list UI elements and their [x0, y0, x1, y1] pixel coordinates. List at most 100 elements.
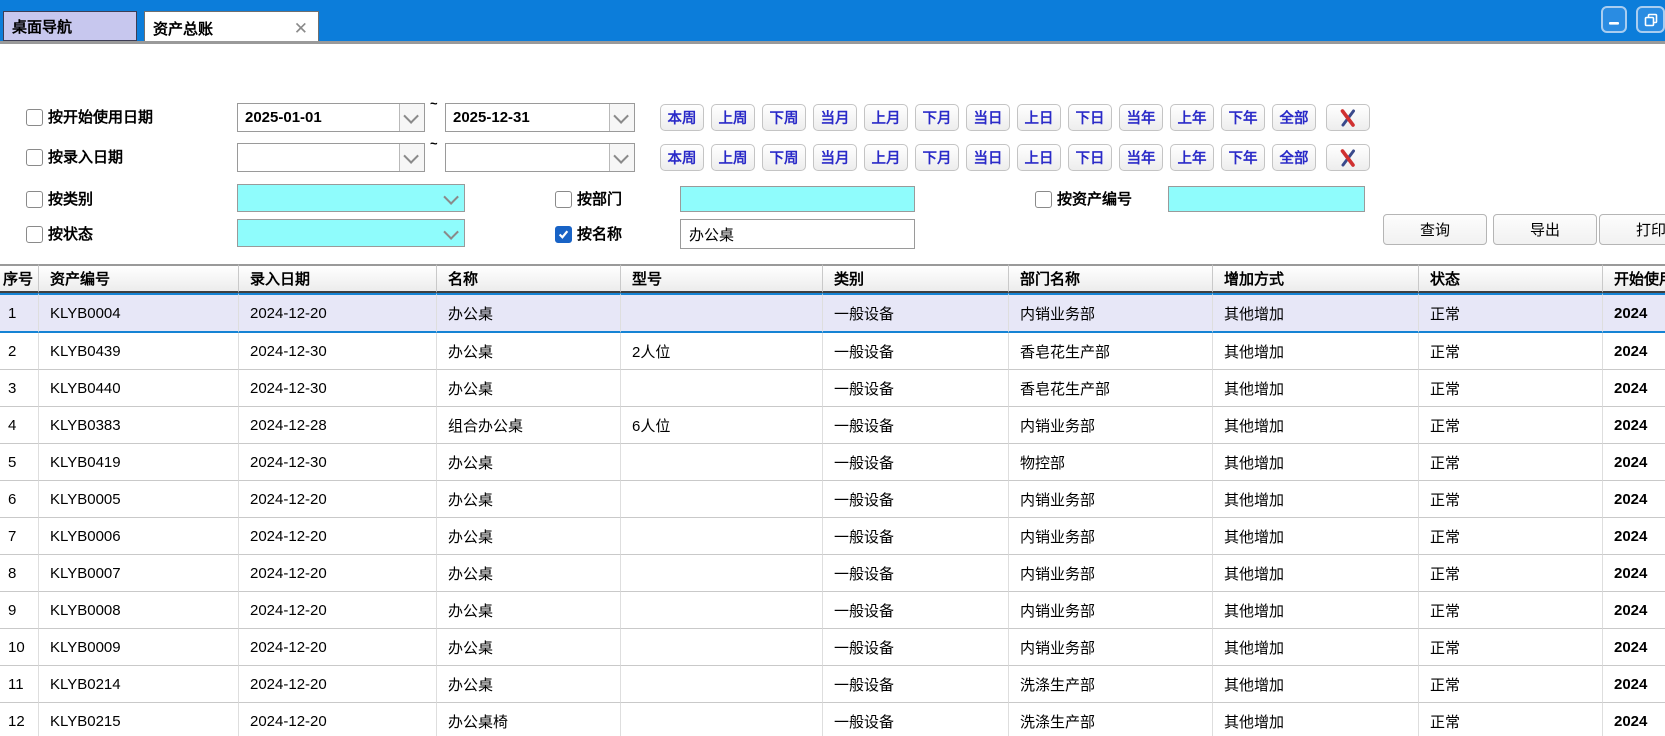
minimize-button[interactable]	[1601, 6, 1627, 33]
cell-category: 一般设备	[823, 666, 1009, 703]
table-row[interactable]: 5 KLYB0419 2024-12-30 办公桌 一般设备 物控部 其他增加 …	[0, 444, 1665, 481]
entry-date-to-select[interactable]	[445, 143, 635, 172]
name-filter-checkbox[interactable]	[555, 226, 572, 243]
status-select[interactable]	[237, 219, 465, 247]
quick-date-button[interactable]: 下日	[1068, 144, 1112, 171]
quick-date-button[interactable]: 下月	[915, 104, 959, 131]
cell-name: 办公桌	[437, 333, 621, 370]
col-header-entry-date[interactable]: 录入日期	[239, 264, 437, 293]
col-header-department[interactable]: 部门名称	[1009, 264, 1213, 293]
col-header-index[interactable]: 序号	[0, 264, 39, 293]
cell-status: 正常	[1419, 293, 1603, 333]
col-header-start-use-date[interactable]: 开始使用日期	[1603, 264, 1665, 293]
quick-date-button[interactable]: 下日	[1068, 104, 1112, 131]
table-row[interactable]: 3 KLYB0440 2024-12-30 办公桌 一般设备 香皂花生产部 其他…	[0, 370, 1665, 407]
category-filter-checkbox[interactable]	[26, 191, 43, 208]
start-date-from-select[interactable]: 2025-01-01	[237, 103, 425, 132]
table-row[interactable]: 2 KLYB0439 2024-12-30 办公桌 2人位 一般设备 香皂花生产…	[0, 333, 1665, 370]
start-date-filter-checkbox[interactable]	[26, 109, 43, 126]
status-filter-checkbox[interactable]	[26, 226, 43, 243]
chevron-down-icon[interactable]	[609, 104, 634, 131]
entry-date-to-value	[446, 144, 609, 171]
table-row[interactable]: 10 KLYB0009 2024-12-20 办公桌 一般设备 内销业务部 其他…	[0, 629, 1665, 666]
print-button[interactable]: 打印	[1599, 214, 1665, 245]
quick-date-button[interactable]: 全部	[1272, 144, 1316, 171]
clear-range-button[interactable]	[1326, 104, 1370, 131]
col-header-status[interactable]: 状态	[1419, 264, 1603, 293]
start-date-to-select[interactable]: 2025-12-31	[445, 103, 635, 132]
quick-date-button[interactable]: 本周	[660, 104, 704, 131]
quick-date-button[interactable]: 上年	[1170, 104, 1214, 131]
asset-code-filter-checkbox[interactable]	[1035, 191, 1052, 208]
quick-date-button[interactable]: 当日	[966, 104, 1010, 131]
col-header-model[interactable]: 型号	[621, 264, 823, 293]
table-row[interactable]: 8 KLYB0007 2024-12-20 办公桌 一般设备 内销业务部 其他增…	[0, 555, 1665, 592]
export-button[interactable]: 导出	[1493, 214, 1597, 245]
quick-date-button[interactable]: 下年	[1221, 144, 1265, 171]
cell-entry-date: 2024-12-30	[239, 370, 437, 407]
table-row[interactable]: 6 KLYB0005 2024-12-20 办公桌 一般设备 内销业务部 其他增…	[0, 481, 1665, 518]
department-filter-checkbox[interactable]	[555, 191, 572, 208]
table-row[interactable]: 7 KLYB0006 2024-12-20 办公桌 一般设备 内销业务部 其他增…	[0, 518, 1665, 555]
table-row[interactable]: 11 KLYB0214 2024-12-20 办公桌 一般设备 洗涤生产部 其他…	[0, 666, 1665, 703]
restore-button[interactable]	[1636, 6, 1665, 33]
quick-date-button[interactable]: 下年	[1221, 104, 1265, 131]
table-header-row: 序号 资产编号 录入日期 名称 型号 类别 部门名称 增加方式 状态 开始使用日…	[0, 264, 1665, 293]
cell-entry-date: 2024-12-20	[239, 666, 437, 703]
quick-date-button[interactable]: 上月	[864, 104, 908, 131]
quick-date-button[interactable]: 当年	[1119, 104, 1163, 131]
quick-date-button[interactable]: 当年	[1119, 144, 1163, 171]
table-row[interactable]: 12 KLYB0215 2024-12-20 办公桌椅 一般设备 洗涤生产部 其…	[0, 703, 1665, 736]
col-header-name[interactable]: 名称	[437, 264, 621, 293]
start-date-filter-label: 按开始使用日期	[48, 109, 154, 126]
name-input[interactable]: 办公桌	[680, 219, 915, 249]
col-header-add-method[interactable]: 增加方式	[1213, 264, 1419, 293]
quick-date-button[interactable]: 上日	[1017, 104, 1061, 131]
chevron-down-icon[interactable]	[609, 144, 634, 171]
cell-asset-code: KLYB0004	[39, 293, 239, 333]
quick-date-button[interactable]: 上年	[1170, 144, 1214, 171]
quick-date-button[interactable]: 下周	[762, 104, 806, 131]
cell-entry-date: 2024-12-20	[239, 293, 437, 333]
tab-asset-ledger[interactable]: 资产总账 ✕	[144, 11, 319, 44]
cell-asset-code: KLYB0383	[39, 407, 239, 444]
cell-department: 内销业务部	[1009, 481, 1213, 518]
chevron-down-icon[interactable]	[440, 220, 464, 246]
quick-date-button[interactable]: 上月	[864, 144, 908, 171]
category-select[interactable]	[237, 184, 465, 212]
department-input[interactable]	[680, 186, 915, 212]
entry-date-filter-checkbox[interactable]	[26, 149, 43, 166]
chevron-down-icon[interactable]	[399, 104, 424, 131]
cell-asset-code: KLYB0214	[39, 666, 239, 703]
quick-date-button[interactable]: 上日	[1017, 144, 1061, 171]
cell-model	[621, 481, 823, 518]
quick-date-button[interactable]: 当月	[813, 104, 857, 131]
quick-date-button[interactable]: 本周	[660, 144, 704, 171]
chevron-down-icon[interactable]	[399, 144, 424, 171]
table-row[interactable]: 9 KLYB0008 2024-12-20 办公桌 一般设备 内销业务部 其他增…	[0, 592, 1665, 629]
chevron-down-icon[interactable]	[440, 185, 464, 211]
entry-date-from-select[interactable]	[237, 143, 425, 172]
quick-date-button[interactable]: 上周	[711, 144, 755, 171]
cell-asset-code: KLYB0419	[39, 444, 239, 481]
table-row[interactable]: 1 KLYB0004 2024-12-20 办公桌 一般设备 内销业务部 其他增…	[0, 293, 1665, 333]
quick-date-button[interactable]: 上周	[711, 104, 755, 131]
minimize-icon	[1609, 21, 1619, 25]
clear-range-button[interactable]	[1326, 144, 1370, 171]
quick-date-button[interactable]: 当日	[966, 144, 1010, 171]
quick-date-button[interactable]: 下月	[915, 144, 959, 171]
quick-date-button[interactable]: 下周	[762, 144, 806, 171]
col-header-category[interactable]: 类别	[823, 264, 1009, 293]
cell-asset-code: KLYB0007	[39, 555, 239, 592]
query-button[interactable]: 查询	[1383, 214, 1487, 245]
app-window: 桌面导航 资产总账 ✕ 按开始使用日期 2025-01-01 ~ 2025-12…	[0, 0, 1665, 736]
asset-code-input[interactable]	[1168, 186, 1365, 212]
close-icon[interactable]: ✕	[294, 20, 308, 37]
col-header-asset-code[interactable]: 资产编号	[39, 264, 239, 293]
tab-desktop-nav[interactable]: 桌面导航	[3, 11, 137, 41]
quick-date-button[interactable]: 当月	[813, 144, 857, 171]
cell-entry-date: 2024-12-20	[239, 592, 437, 629]
cell-start-use-date: 2024	[1603, 518, 1665, 555]
quick-date-button[interactable]: 全部	[1272, 104, 1316, 131]
table-row[interactable]: 4 KLYB0383 2024-12-28 组合办公桌 6人位 一般设备 内销业…	[0, 407, 1665, 444]
